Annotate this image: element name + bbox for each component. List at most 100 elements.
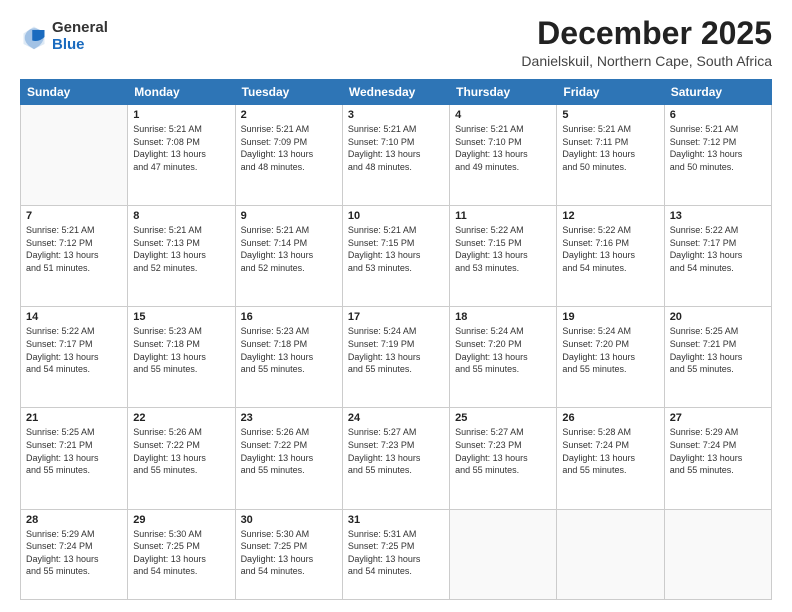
table-row: 18Sunrise: 5:24 AMSunset: 7:20 PMDayligh… xyxy=(450,307,557,408)
day-number: 10 xyxy=(348,210,444,222)
day-info-line: Sunset: 7:25 PM xyxy=(241,541,308,551)
day-info-line: and 55 minutes. xyxy=(241,364,305,374)
day-info: Sunrise: 5:21 AMSunset: 7:10 PMDaylight:… xyxy=(455,123,551,173)
day-number: 29 xyxy=(133,514,229,526)
day-info-line: and 47 minutes. xyxy=(133,162,197,172)
table-row xyxy=(450,509,557,600)
day-number: 13 xyxy=(670,210,766,222)
day-info-line: and 55 minutes. xyxy=(26,465,90,475)
day-info-line: and 51 minutes. xyxy=(26,263,90,273)
header-monday: Monday xyxy=(128,80,235,105)
day-info: Sunrise: 5:23 AMSunset: 7:18 PMDaylight:… xyxy=(133,325,229,375)
table-row: 8Sunrise: 5:21 AMSunset: 7:13 PMDaylight… xyxy=(128,206,235,307)
day-info-line: and 55 minutes. xyxy=(133,465,197,475)
day-info-line: and 54 minutes. xyxy=(26,364,90,374)
day-info-line: and 55 minutes. xyxy=(670,465,734,475)
day-info-line: and 55 minutes. xyxy=(348,364,412,374)
day-number: 23 xyxy=(241,412,337,424)
day-info-line: Sunset: 7:13 PM xyxy=(133,238,200,248)
day-number: 14 xyxy=(26,311,122,323)
day-info-line: Daylight: 13 hours xyxy=(562,352,635,362)
day-info-line: Daylight: 13 hours xyxy=(26,250,99,260)
day-info-line: Sunrise: 5:21 AM xyxy=(133,225,202,235)
day-info-line: Sunset: 7:15 PM xyxy=(455,238,522,248)
day-info-line: Sunrise: 5:21 AM xyxy=(348,124,417,134)
header-saturday: Saturday xyxy=(664,80,771,105)
table-row: 26Sunrise: 5:28 AMSunset: 7:24 PMDayligh… xyxy=(557,408,664,509)
day-info-line: Sunset: 7:12 PM xyxy=(670,137,737,147)
day-info-line: and 52 minutes. xyxy=(133,263,197,273)
header-thursday: Thursday xyxy=(450,80,557,105)
day-info-line: Daylight: 13 hours xyxy=(241,149,314,159)
day-number: 25 xyxy=(455,412,551,424)
day-info-line: and 54 minutes. xyxy=(670,263,734,273)
table-row: 11Sunrise: 5:22 AMSunset: 7:15 PMDayligh… xyxy=(450,206,557,307)
month-title: December 2025 xyxy=(521,16,772,51)
day-info-line: Daylight: 13 hours xyxy=(562,453,635,463)
calendar-week-row: 21Sunrise: 5:25 AMSunset: 7:21 PMDayligh… xyxy=(21,408,772,509)
day-info-line: Daylight: 13 hours xyxy=(133,554,206,564)
day-info: Sunrise: 5:22 AMSunset: 7:16 PMDaylight:… xyxy=(562,224,658,274)
title-block: December 2025 Danielskuil, Northern Cape… xyxy=(521,16,772,69)
day-info-line: Sunrise: 5:21 AM xyxy=(133,124,202,134)
day-info-line: Sunset: 7:25 PM xyxy=(133,541,200,551)
table-row: 3Sunrise: 5:21 AMSunset: 7:10 PMDaylight… xyxy=(342,105,449,206)
day-info: Sunrise: 5:26 AMSunset: 7:22 PMDaylight:… xyxy=(241,426,337,476)
day-info-line: and 55 minutes. xyxy=(348,465,412,475)
day-number: 5 xyxy=(562,109,658,121)
day-number: 30 xyxy=(241,514,337,526)
day-info-line: Sunset: 7:22 PM xyxy=(241,440,308,450)
day-info: Sunrise: 5:22 AMSunset: 7:17 PMDaylight:… xyxy=(670,224,766,274)
day-info-line: Sunset: 7:14 PM xyxy=(241,238,308,248)
day-info-line: Daylight: 13 hours xyxy=(26,352,99,362)
day-info-line: Sunrise: 5:24 AM xyxy=(348,326,417,336)
table-row xyxy=(21,105,128,206)
day-info-line: Daylight: 13 hours xyxy=(670,250,743,260)
table-row: 15 Sunrise: 5:23 AMSunset: 7:18 PMDayligh… xyxy=(128,307,235,408)
day-info-line: Sunrise: 5:21 AM xyxy=(562,124,631,134)
day-info-line: and 49 minutes. xyxy=(455,162,519,172)
day-info-line: Sunset: 7:10 PM xyxy=(455,137,522,147)
table-row: 25Sunrise: 5:27 AMSunset: 7:23 PMDayligh… xyxy=(450,408,557,509)
day-info-line: Sunrise: 5:27 AM xyxy=(348,427,417,437)
day-info-line: Daylight: 13 hours xyxy=(348,554,421,564)
day-info-line: Daylight: 13 hours xyxy=(455,250,528,260)
day-info-line: Sunset: 7:18 PM xyxy=(133,339,200,349)
day-info-line: Sunrise: 5:21 AM xyxy=(348,225,417,235)
day-info: Sunrise: 5:22 AMSunset: 7:15 PMDaylight:… xyxy=(455,224,551,274)
day-info: Sunrise: 5:27 AMSunset: 7:23 PMDaylight:… xyxy=(348,426,444,476)
table-row: 23 Sunrise: 5:26 AMSunset: 7:22 PMDayligh… xyxy=(235,408,342,509)
logo-general-text: General xyxy=(52,20,108,37)
header-friday: Friday xyxy=(557,80,664,105)
day-number: 27 xyxy=(670,412,766,424)
day-info-line: Sunrise: 5:23 AM xyxy=(241,326,310,336)
day-number: 18 xyxy=(455,311,551,323)
day-number: 1 xyxy=(133,109,229,121)
day-info-line: Daylight: 13 hours xyxy=(133,352,206,362)
header: General Blue December 2025 Danielskuil, … xyxy=(20,16,772,69)
header-wednesday: Wednesday xyxy=(342,80,449,105)
day-info-line: Daylight: 13 hours xyxy=(241,554,314,564)
day-info-line: Daylight: 13 hours xyxy=(455,149,528,159)
day-info-line: Sunrise: 5:26 AM xyxy=(133,427,202,437)
table-row: 17Sunrise: 5:24 AMSunset: 7:19 PMDayligh… xyxy=(342,307,449,408)
day-info-line: and 55 minutes. xyxy=(26,566,90,576)
day-info: Sunrise: 5:24 AMSunset: 7:20 PMDaylight:… xyxy=(562,325,658,375)
day-info-line: Sunrise: 5:24 AM xyxy=(562,326,631,336)
location-subtitle: Danielskuil, Northern Cape, South Africa xyxy=(521,53,772,69)
day-info-line: Sunrise: 5:21 AM xyxy=(241,225,310,235)
day-number: 15 xyxy=(133,311,229,323)
day-info: Sunrise: 5:21 AMSunset: 7:15 PMDaylight:… xyxy=(348,224,444,274)
day-info-line: Sunset: 7:15 PM xyxy=(348,238,415,248)
day-number: 3 xyxy=(348,109,444,121)
day-info-line: Sunset: 7:19 PM xyxy=(348,339,415,349)
day-info: Sunrise: 5:29 AMSunset: 7:24 PMDaylight:… xyxy=(26,528,122,578)
day-info: Sunrise: 5:26 AMSunset: 7:22 PMDaylight:… xyxy=(133,426,229,476)
day-number: 20 xyxy=(670,311,766,323)
day-number: 16 xyxy=(241,311,337,323)
day-info: Sunrise: 5:21 AMSunset: 7:12 PMDaylight:… xyxy=(26,224,122,274)
day-info-line: and 53 minutes. xyxy=(455,263,519,273)
day-info: Sunrise: 5:22 AMSunset: 7:17 PMDaylight:… xyxy=(26,325,122,375)
day-info-line: Daylight: 13 hours xyxy=(455,352,528,362)
weekday-header-row: Sunday Monday Tuesday Wednesday Thursday… xyxy=(21,80,772,105)
